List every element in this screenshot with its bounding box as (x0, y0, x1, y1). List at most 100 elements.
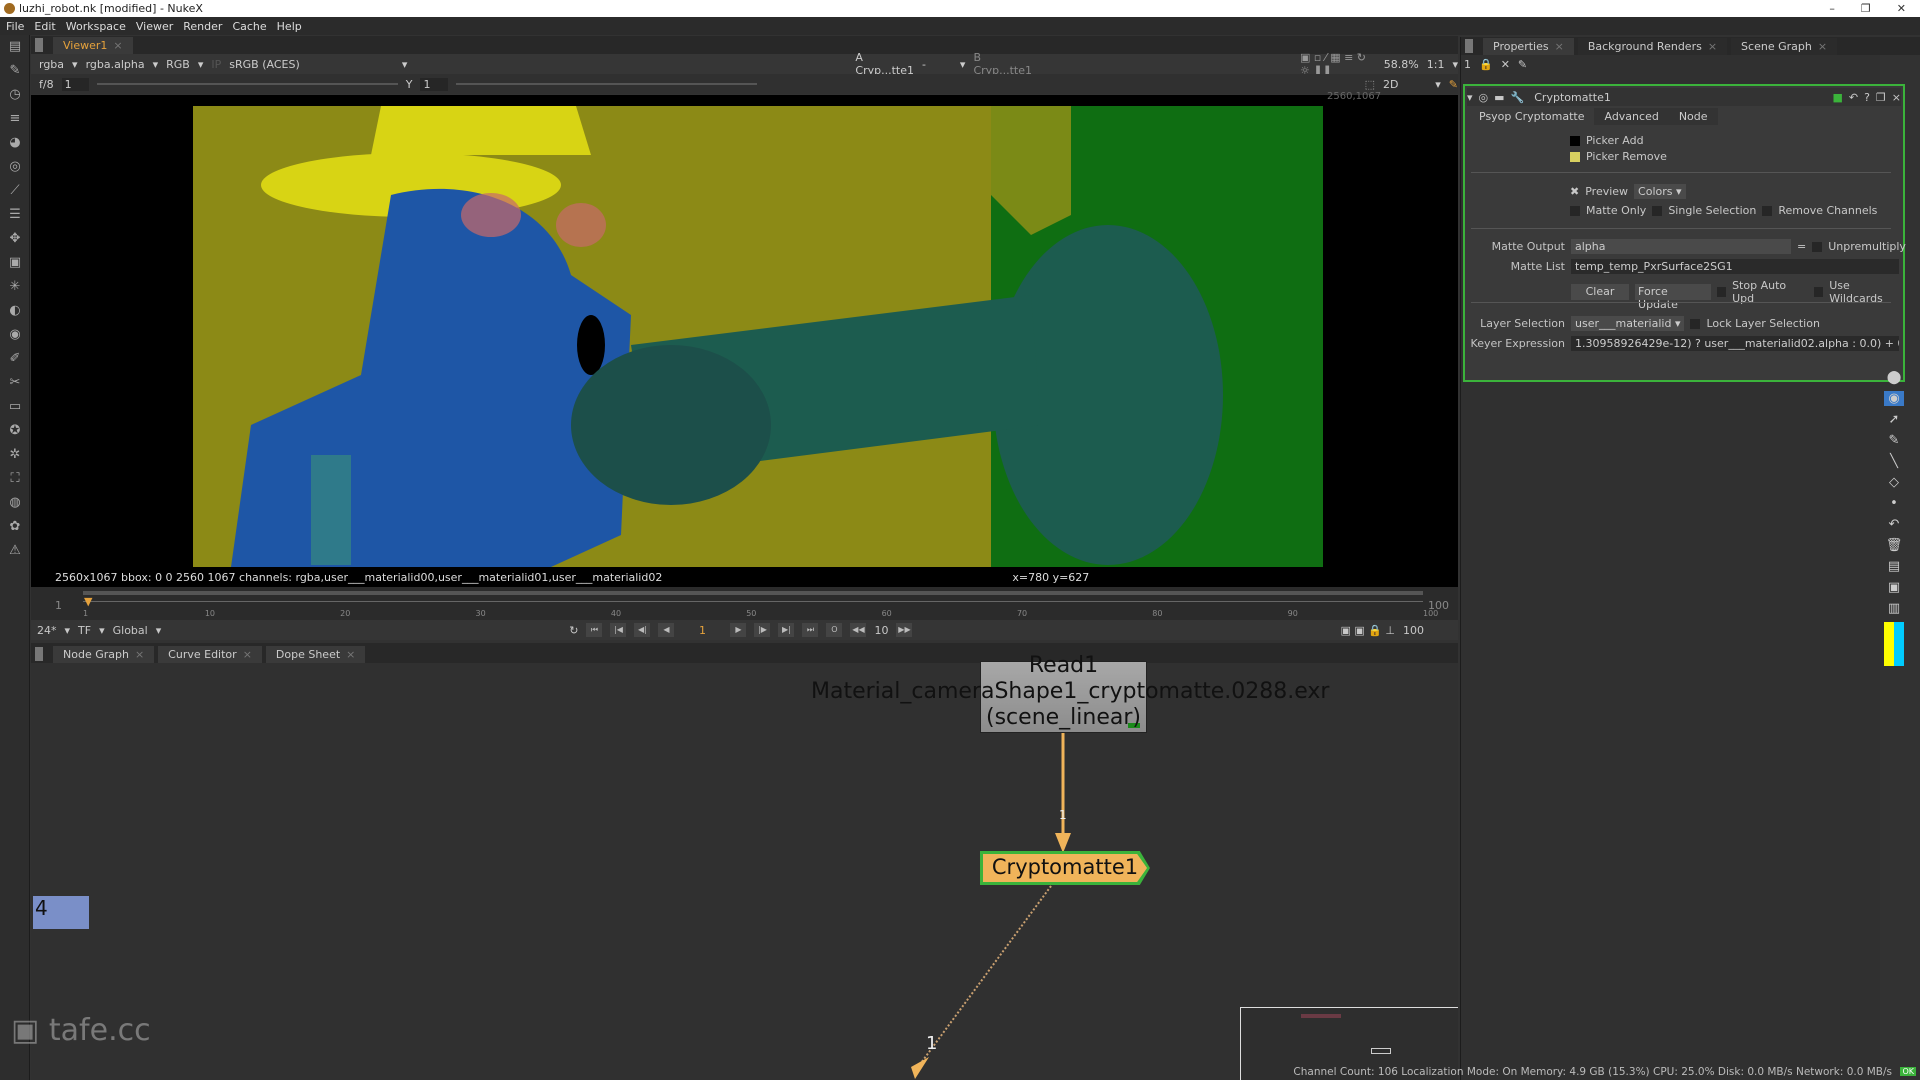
color-icon[interactable]: ◕ (0, 131, 30, 155)
next-keyframe-button[interactable]: ▶| (778, 623, 795, 637)
tf-dropdown[interactable]: TF (78, 624, 91, 637)
step-increment-field[interactable]: 10 (874, 624, 888, 637)
subtab-node[interactable]: Node (1668, 108, 1718, 125)
toolsets-icon[interactable]: ✂ (0, 371, 30, 395)
particles-icon[interactable]: ✳ (0, 275, 30, 299)
timeline-start[interactable]: 1 (55, 599, 62, 612)
node-graph-canvas[interactable]: Read1 Material_cameraShape1_cryptomatte.… (11, 653, 1458, 1080)
menu-render[interactable]: Render (183, 20, 222, 33)
transform-icon[interactable]: ✥ (0, 227, 30, 251)
node-name-field[interactable]: Cryptomatte1 (1530, 89, 1751, 105)
undo-icon[interactable]: ↶ (1889, 517, 1900, 532)
warning-icon[interactable]: ⚠ (0, 539, 30, 563)
tab-scene-graph[interactable]: Scene Graph × (1731, 38, 1838, 55)
select-icon[interactable]: ➚ (1889, 412, 1900, 427)
cryptomatte-node[interactable]: Cryptomatte1 (980, 851, 1150, 885)
brush-icon[interactable]: ✎ (1889, 433, 1900, 448)
paint-icon[interactable]: ✎ (1449, 78, 1458, 91)
3d-icon[interactable]: ▣ (0, 251, 30, 275)
trash-icon[interactable]: 🗑 (1886, 538, 1903, 553)
picker-remove-swatch[interactable] (1570, 151, 1580, 162)
eye-icon[interactable]: ◉ (1884, 391, 1904, 406)
preview-mode-dropdown[interactable]: Colors ▾ (1634, 184, 1686, 199)
force-update-button[interactable]: Force Update (1635, 284, 1711, 311)
close-tab-icon[interactable]: × (1555, 40, 1564, 53)
menu-edit[interactable]: Edit (34, 20, 55, 33)
filter-icon[interactable]: ◎ (0, 155, 30, 179)
minimize-button[interactable]: – (1829, 2, 1835, 15)
ip-button[interactable]: IP (211, 58, 221, 71)
tab-properties[interactable]: Properties × (1483, 38, 1574, 55)
tab-node-graph[interactable]: Node Graph × (53, 646, 155, 663)
menu-cache[interactable]: Cache (232, 20, 266, 33)
tab-background-renders[interactable]: Background Renders × (1577, 38, 1728, 55)
clear-button[interactable]: Clear (1571, 284, 1630, 300)
play-forward-button[interactable]: ▶ (730, 623, 747, 637)
global-dropdown[interactable]: Global (113, 624, 148, 637)
color-swatch-icon[interactable] (1884, 622, 1904, 666)
viewer-canvas[interactable]: 2560,1067 (31, 91, 1458, 568)
undo-icon[interactable]: ↶ (1849, 91, 1858, 104)
playhead[interactable]: ▼ (84, 595, 92, 608)
menu-file[interactable]: File (6, 20, 24, 33)
stack-icon[interactable]: ▤ (1888, 559, 1900, 574)
compare-op-dropdown[interactable]: - (922, 58, 952, 71)
range-icons[interactable]: ▣ ▣ 🔒 ⊥ (1340, 624, 1395, 637)
metadata-icon[interactable]: ✐ (0, 347, 30, 371)
float-icon[interactable]: ❐ (1876, 91, 1886, 104)
tab-dope-sheet[interactable]: Dope Sheet × (265, 646, 366, 663)
furnace-icon[interactable]: ✪ (0, 419, 30, 443)
eraser-icon[interactable]: ◇ (1889, 475, 1899, 490)
ratio-dropdown[interactable]: 1:1 (1427, 58, 1445, 71)
last-frame-button[interactable]: ⏭ (802, 623, 819, 637)
timeline-end[interactable]: 100 (1428, 599, 1449, 612)
tab-curve-editor[interactable]: Curve Editor × (158, 646, 262, 663)
roi-icon[interactable]: ⬚ (1365, 78, 1375, 91)
fps-dropdown[interactable]: 24* (37, 624, 57, 637)
panel-handle[interactable] (1465, 39, 1473, 53)
current-frame-field[interactable]: 1 (682, 624, 722, 637)
camera-icon[interactable]: ▣ (1888, 580, 1900, 595)
end-frame-field[interactable]: 100 (1403, 624, 1424, 637)
gain-slider[interactable] (96, 83, 398, 85)
tab-viewer1[interactable]: Viewer1 × (53, 37, 133, 54)
stop-button[interactable]: O (826, 623, 843, 637)
play-backward-button[interactable]: ◀ (658, 623, 675, 637)
remove-channels-checkbox[interactable] (1762, 205, 1773, 216)
channel-icon[interactable]: ≡ (0, 107, 30, 131)
menu-workspace[interactable]: Workspace (66, 20, 126, 33)
matte-only-checkbox[interactable] (1570, 205, 1580, 216)
views-icon[interactable]: ◉ (0, 323, 30, 347)
gamma-field[interactable]: 1 (420, 77, 448, 91)
subtab-advanced[interactable]: Advanced (1594, 108, 1669, 125)
close-tab-icon[interactable]: × (346, 648, 355, 661)
pin-icon[interactable]: ⬤ (1887, 370, 1902, 385)
lock-layer-checkbox[interactable] (1690, 318, 1701, 329)
first-frame-button[interactable]: ⏮ (586, 623, 603, 637)
offscreen-node[interactable]: 4 (33, 896, 89, 929)
globe-icon[interactable]: ◍ (0, 491, 30, 515)
gamma-slider[interactable] (455, 83, 757, 85)
wrench-icon[interactable]: 🔧 (1511, 91, 1525, 104)
matte-list-field[interactable]: temp_temp_PxrSurface2SG1 (1571, 259, 1899, 274)
collapse-icon[interactable]: ▾ (1467, 91, 1473, 104)
close-tab-icon[interactable]: × (1708, 40, 1717, 53)
draw-icon[interactable]: ✎ (0, 59, 30, 83)
single-selection-checkbox[interactable] (1652, 205, 1663, 216)
use-wildcards-checkbox[interactable] (1813, 287, 1824, 297)
fstop-label[interactable]: f/8 (39, 78, 54, 91)
panel-handle[interactable] (35, 647, 43, 661)
help-icon[interactable]: ? (1864, 91, 1870, 104)
colorspace-dropdown[interactable]: sRGB (ACES) (229, 58, 394, 71)
merge-icon[interactable]: ☰ (0, 203, 30, 227)
timeline-scrollbar[interactable] (83, 591, 1423, 595)
link-icon[interactable]: = (1797, 240, 1806, 253)
zoom-level[interactable]: 58.8% (1384, 58, 1419, 71)
matte-output-dropdown[interactable]: alpha (1571, 239, 1791, 254)
color-chip-icon[interactable]: ■ (1832, 91, 1842, 104)
clear-panels-icon[interactable]: ✕ (1501, 58, 1510, 71)
gain-field[interactable]: 1 (61, 77, 89, 91)
plugin-icon[interactable]: ✿ (0, 515, 30, 539)
close-button[interactable]: ✕ (1897, 2, 1906, 15)
cara-icon[interactable]: ⛶ (0, 467, 30, 491)
